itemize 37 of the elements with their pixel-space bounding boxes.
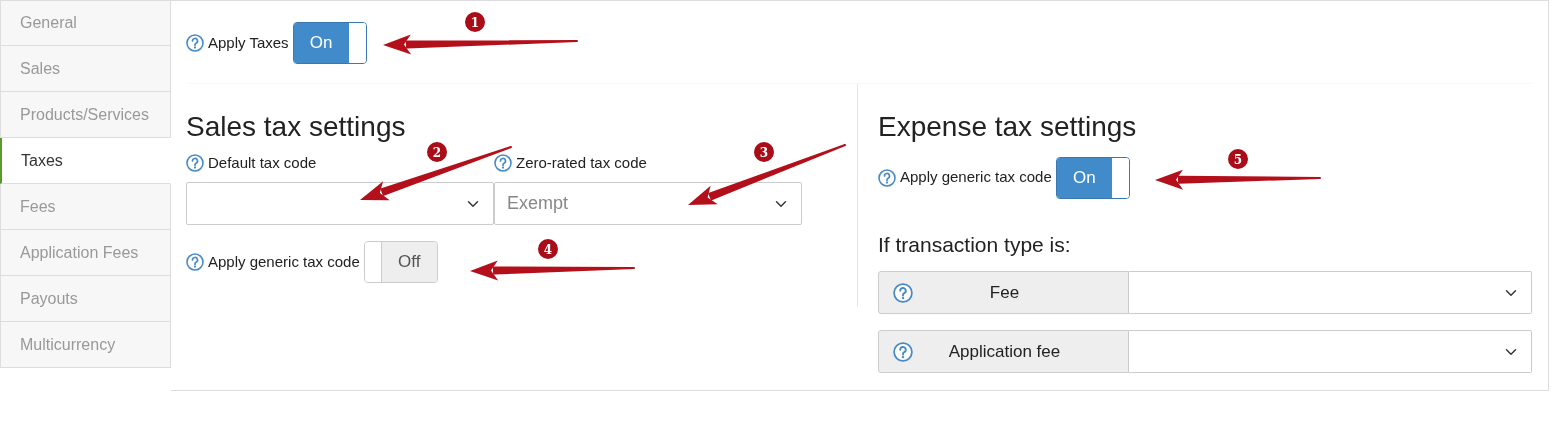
dropdown-field[interactable] <box>1129 330 1532 374</box>
help-icon[interactable] <box>186 34 204 52</box>
dropdown-field[interactable]: Exempt <box>494 182 802 226</box>
sidebar-item[interactable]: Products/Services <box>0 92 171 138</box>
section-heading: Expense tax settings <box>878 110 1138 144</box>
number-badge: 3 <box>754 142 774 162</box>
help-icon[interactable] <box>494 153 512 172</box>
dropdown-field[interactable] <box>186 182 494 226</box>
number-badge: 4 <box>538 239 558 259</box>
number-badge: 5 <box>1228 149 1248 169</box>
sidebar-item[interactable]: Multicurrency <box>0 322 171 368</box>
section-heading: Sales tax settings <box>186 110 407 144</box>
toggle-switch[interactable]: On <box>1055 156 1130 199</box>
number-badge: 1 <box>465 12 485 32</box>
sidebar-item[interactable]: Sales <box>0 46 171 92</box>
help-icon[interactable] <box>893 282 913 303</box>
help-icon[interactable] <box>893 341 913 362</box>
toggle-switch[interactable]: Off <box>363 241 438 284</box>
field-label: Default tax code <box>208 152 317 173</box>
toggle-label: Apply generic tax code <box>208 251 360 272</box>
label-text: Application fee <box>947 340 1062 363</box>
sidebar-item[interactable]: Fees <box>0 184 171 230</box>
toggle-label: Apply Taxes <box>208 32 289 53</box>
number-badge: 2 <box>427 142 447 162</box>
sidebar-item[interactable]: General <box>0 0 171 46</box>
subheading: If transaction type is: <box>878 231 1072 258</box>
sidebar-item[interactable]: Payouts <box>0 276 171 322</box>
help-icon[interactable] <box>186 153 204 172</box>
sidebar-item[interactable]: Application Fees <box>0 230 171 276</box>
help-icon[interactable] <box>186 253 204 272</box>
toggle-switch[interactable]: On <box>292 22 367 64</box>
toggle-label: Apply generic tax code <box>900 167 1052 188</box>
help-icon[interactable] <box>878 168 896 187</box>
field-label: Zero-rated tax code <box>516 152 647 173</box>
label-text: Fee <box>988 281 1021 304</box>
sidebar-item[interactable]: Taxes <box>0 138 171 184</box>
dropdown-field[interactable] <box>1129 271 1532 315</box>
